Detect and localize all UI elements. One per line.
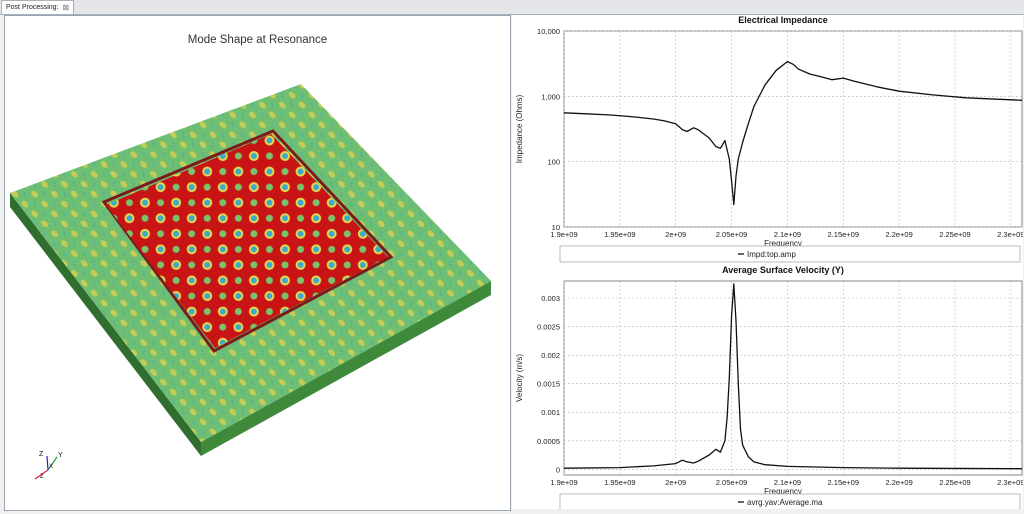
chart0-y-tick-label: 10 [552,223,560,232]
chart1-x-tick-label: 2e+09 [665,478,686,487]
chart0-y-axis-label: Impedance (Ohms) [515,94,524,163]
chart0-x-tick-label: 2.25e+09 [939,230,971,239]
chart0-legend-label: Impd:top.amp [747,250,796,259]
chart0-x-tick-label: 2.3e+09 [997,230,1023,239]
axis-label-z: Z [39,451,44,458]
chart1-y-tick-label: 0.003 [541,294,560,303]
chart0-title: Electrical Impedance [738,15,828,25]
chart0-x-tick-label: 2.05e+09 [716,230,748,239]
3d-viewport[interactable]: Mode Shape at Resonance Y Z X Z [4,15,511,511]
chart1-y-tick-label: 0.002 [541,351,560,360]
chart1-y-tick-label: 0.0015 [537,380,560,389]
chart1-x-tick-label: 1.95e+09 [604,478,636,487]
tab-label: Post Processing: [6,4,59,11]
chart1-title: Average Surface Velocity (Y) [722,265,844,275]
chart0-y-tick-label: 100 [547,158,560,167]
tab-bar: Post Processing: ⊠ [0,0,1024,15]
chart0-x-tick-label: 1.95e+09 [604,230,636,239]
axis-label-y: Y [58,452,63,459]
chart1-legend-label: avrg.yav:Average.ma [747,498,823,507]
chart1-plot-area [563,280,1023,476]
chart1-y-axis-label: Velocity (m/s) [515,354,524,402]
chart0-plot-area [563,30,1023,228]
chart1-x-tick-label: 2.25e+09 [939,478,971,487]
chart1-x-tick-label: 1.9e+09 [550,478,577,487]
chart0-y-tick-label: 1,000 [541,92,560,101]
close-icon[interactable]: ⊠ [63,1,70,14]
chart0-x-tick-label: 2e+09 [665,230,686,239]
chart1-x-tick-label: 2.1e+09 [774,478,801,487]
chart1-y-tick-label: 0.0005 [537,437,560,446]
chart0-y-tick-label: 10,000 [537,27,560,36]
chart0-x-tick-label: 2.2e+09 [885,230,912,239]
resonator-model [10,84,491,456]
chart0-x-tick-label: 2.1e+09 [774,230,801,239]
chart1-x-tick-label: 2.2e+09 [885,478,912,487]
axis-triad: Y Z X Z [34,451,63,480]
axis-label-x: X [49,464,53,470]
chart1-y-tick-label: 0.0025 [537,323,560,332]
chart1-x-tick-label: 2.15e+09 [828,478,860,487]
charts-panel: Electrical Impedance 1.9e+09 1.95e+09 2e+09… [512,15,1024,511]
chart1-y-tick-label: 0.001 [541,408,560,417]
tab-post-processing[interactable]: Post Processing: ⊠ [1,0,75,14]
chart0-x-tick-label: 2.15e+09 [828,230,860,239]
chart1-x-tick-label: 2.3e+09 [997,478,1023,487]
charts-svg: Electrical Impedance 1.9e+09 1.95e+09 2e+09… [515,15,1024,511]
axis-label-z2: Z [40,474,44,480]
chart1-x-tick-label: 2.05e+09 [716,478,748,487]
chart1-y-tick-label: 0 [556,465,560,474]
